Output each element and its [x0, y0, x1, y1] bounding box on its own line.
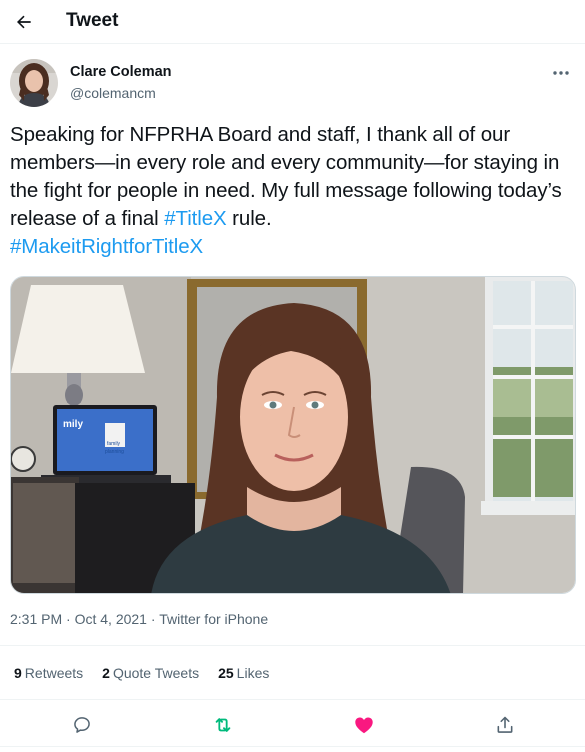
retweets-stat[interactable]: 9 Retweets — [14, 665, 83, 681]
top-bar: Tweet — [0, 0, 585, 44]
quote-tweets-label: Quote Tweets — [112, 665, 200, 681]
meta-separator: · — [150, 611, 156, 627]
more-horizontal-icon — [553, 71, 569, 75]
likes-label: Likes — [236, 665, 270, 681]
divider — [0, 746, 585, 747]
screen-text-2: family — [107, 441, 121, 447]
tweet-author: Clare Coleman @colemancm — [10, 59, 575, 109]
likes-stat[interactable]: 25 Likes — [218, 665, 269, 681]
arrow-left-icon — [17, 15, 31, 29]
meta-separator: · — [66, 611, 71, 627]
tweet-source[interactable]: Twitter for iPhone — [159, 611, 268, 627]
reply-button[interactable] — [65, 708, 99, 742]
retweets-label: Retweets — [24, 665, 84, 681]
tweet-timestamp: 2:31 PM · Oct 4, 2021 · Twitter for iPho… — [10, 611, 268, 627]
tweet-body-text-end: rule. — [226, 207, 272, 230]
more-options-button[interactable] — [547, 63, 575, 83]
tweet-body-text: Speaking for NFPRHA Board and staff, I t… — [10, 123, 562, 230]
tweet-date[interactable]: Oct 4, 2021 — [75, 611, 147, 627]
media-photo: mily family planning — [11, 277, 575, 593]
author-handle[interactable]: @colemancm — [70, 85, 156, 101]
heart-icon — [355, 717, 373, 734]
retweet-icon — [215, 718, 231, 732]
tweet-time[interactable]: 2:31 PM — [10, 611, 62, 627]
tweet-text: Speaking for NFPRHA Board and staff, I t… — [10, 121, 580, 261]
screen-text-3: planning — [105, 449, 124, 455]
screen-text: mily — [63, 419, 83, 430]
share-icon — [497, 716, 513, 733]
divider — [0, 699, 585, 700]
tweet-stats: 9 Retweets 2 Quote Tweets 25 Likes — [14, 665, 288, 681]
avatar[interactable] — [10, 59, 58, 107]
likes-count: 25 — [218, 665, 234, 681]
retweet-button[interactable] — [206, 708, 240, 742]
author-name[interactable]: Clare Coleman — [70, 64, 172, 80]
quote-tweets-stat[interactable]: 2 Quote Tweets — [102, 665, 199, 681]
hashtag-titlex[interactable]: #TitleX — [164, 207, 226, 230]
divider — [0, 645, 585, 646]
share-button[interactable] — [488, 708, 522, 742]
like-button[interactable] — [347, 708, 381, 742]
page-title: Tweet — [66, 10, 119, 31]
tweet-actions — [0, 702, 585, 746]
tweet-media-image[interactable]: mily family planning — [10, 276, 576, 594]
hashtag-makeitrightfortitlex[interactable]: #MakeitRightforTitleX — [10, 235, 203, 258]
quote-tweets-count: 2 — [102, 665, 110, 681]
retweets-count: 9 — [14, 665, 22, 681]
back-button[interactable] — [8, 6, 40, 38]
reply-icon — [74, 717, 90, 733]
